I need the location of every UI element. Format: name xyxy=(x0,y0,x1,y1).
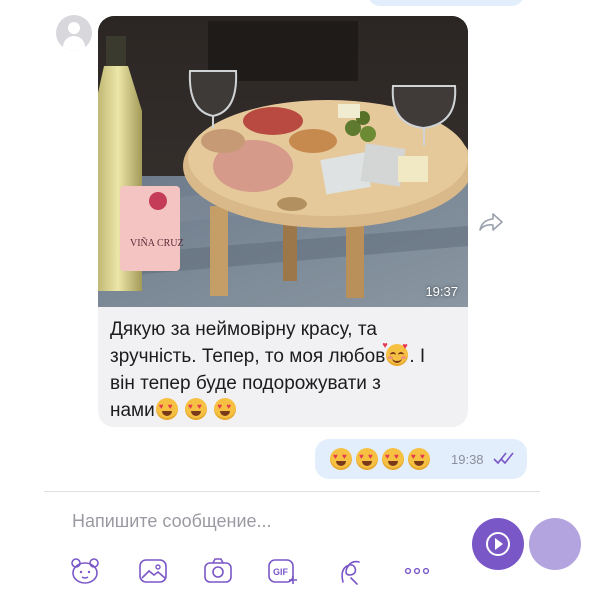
camera-icon[interactable] xyxy=(203,556,233,586)
avatar-head-shape xyxy=(68,22,80,34)
heart-eyes-emoji: ♥ ♥ xyxy=(356,448,378,470)
contact-avatar[interactable] xyxy=(56,15,92,51)
gif-icon[interactable]: GIF xyxy=(267,556,297,586)
smiling-hearts-emoji: ♥ ♥ xyxy=(382,341,409,366)
forward-icon[interactable] xyxy=(478,212,504,232)
message-input[interactable]: Напишите сообщение... xyxy=(72,508,452,534)
heart-eyes-emoji: ♥ ♥ xyxy=(185,398,208,420)
play-icon xyxy=(495,538,503,550)
photo-timestamp: 19:37 xyxy=(425,284,458,299)
previous-outgoing-bubble xyxy=(368,0,524,6)
sticker-icon[interactable] xyxy=(70,556,100,586)
heart-eyes-emoji: ♥ ♥ xyxy=(155,398,178,420)
heart-eyes-emoji: ♥ ♥ xyxy=(408,448,430,470)
message-caption: Дякую за неймовірну красу, та зручність.… xyxy=(110,316,460,424)
caption-line-4: нами xyxy=(110,400,155,421)
caption-line-2: зручність. Тепер, то моя любов xyxy=(110,346,386,367)
outgoing-message[interactable]: ♥ ♥ ♥ ♥ ♥ ♥ ♥ ♥ 19:38 xyxy=(315,439,527,479)
composer-divider xyxy=(44,491,540,492)
photo-scene: VIÑA CRUZ xyxy=(98,16,468,307)
outgoing-timestamp: 19:38 xyxy=(451,452,484,467)
heart-eyes-emoji: ♥ ♥ xyxy=(330,448,352,470)
caption-line-3: він тепер буде подорожувати з xyxy=(110,373,381,394)
heart-eyes-emoji: ♥ ♥ xyxy=(382,448,404,470)
more-icon[interactable] xyxy=(402,556,432,586)
secondary-action-button[interactable] xyxy=(529,518,581,570)
caption-line-1: Дякую за неймовірну красу, та xyxy=(110,319,377,340)
caption-line-2-end: . І xyxy=(409,346,426,367)
read-ticks-icon xyxy=(493,451,515,470)
doodle-icon[interactable] xyxy=(335,556,365,586)
outgoing-emojis: ♥ ♥ ♥ ♥ ♥ ♥ ♥ ♥ xyxy=(329,448,433,471)
bottle-label: VIÑA CRUZ xyxy=(130,237,184,249)
incoming-photo-message[interactable]: VIÑA CRUZ 19:37 Дякую за неймовірну крас… xyxy=(98,16,468,427)
message-photo[interactable]: VIÑA CRUZ 19:37 xyxy=(98,16,468,307)
avatar-shoulders-shape xyxy=(63,36,85,51)
heart-eyes-emoji: ♥ ♥ xyxy=(214,398,237,420)
image-icon[interactable] xyxy=(138,556,168,586)
send-button[interactable] xyxy=(472,518,524,570)
composer-toolbar: GIF xyxy=(70,556,430,586)
gif-label: GIF xyxy=(273,567,289,577)
